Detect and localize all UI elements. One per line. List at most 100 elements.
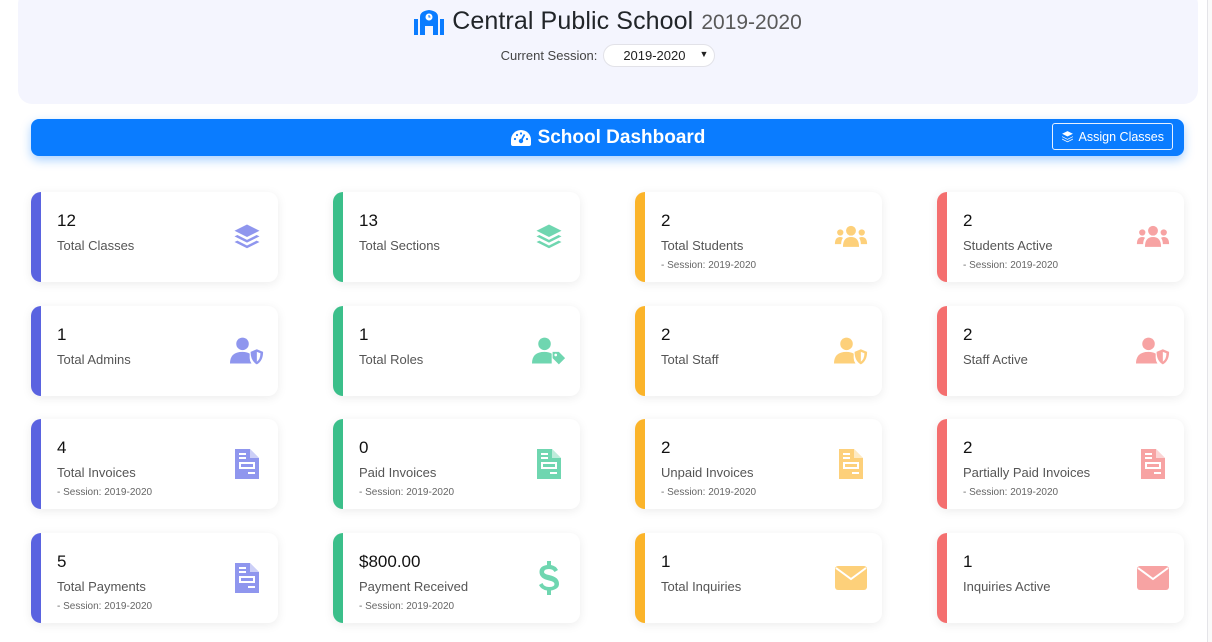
card-accent-stripe xyxy=(937,306,947,396)
invoice-icon xyxy=(834,447,868,481)
stat-value: 13 xyxy=(359,211,378,230)
stat-card[interactable]: 1 Inquiries Active xyxy=(937,533,1184,623)
session-row: Current Session: 2019-2020 ▼ xyxy=(18,44,1198,67)
invoice-icon xyxy=(230,561,264,595)
stat-session-note: - Session: 2019-2020 xyxy=(661,260,757,271)
dashboard-bar: School Dashboard Assign Classes xyxy=(31,119,1184,156)
stat-label: Total Classes xyxy=(57,238,135,253)
stat-label: Total Staff xyxy=(661,352,719,367)
stat-card[interactable]: 2 Students Active - Session: 2019-2020 xyxy=(937,192,1184,282)
stat-card[interactable]: 12 Total Classes xyxy=(31,192,278,282)
stat-label: Total Invoices xyxy=(57,465,136,480)
stat-label: Total Payments xyxy=(57,579,146,594)
card-accent-stripe xyxy=(937,419,947,509)
page-scrollbar[interactable] xyxy=(1207,0,1212,642)
card-accent-stripe xyxy=(937,192,947,282)
school-icon xyxy=(414,9,445,35)
stat-label: Partially Paid Invoices xyxy=(963,465,1091,480)
stat-session-note: - Session: 2019-2020 xyxy=(359,601,455,612)
card-accent-stripe xyxy=(333,533,343,623)
session-select[interactable]: 2019-2020 ▼ xyxy=(603,44,716,67)
card-accent-stripe xyxy=(31,533,41,623)
card-accent-stripe xyxy=(31,192,41,282)
dashboard-title-text: School Dashboard xyxy=(537,126,706,148)
stat-session-note: - Session: 2019-2020 xyxy=(57,487,153,498)
users-icon xyxy=(834,220,868,254)
stat-label: Total Students xyxy=(661,238,744,253)
assign-classes-label: Assign Classes xyxy=(1078,129,1164,144)
stat-label: Unpaid Invoices xyxy=(661,465,754,480)
stat-card[interactable]: 1 Total Admins xyxy=(31,306,278,396)
invoice-icon xyxy=(230,447,264,481)
school-name: Central Public School xyxy=(452,7,694,35)
stat-value: 12 xyxy=(57,211,76,230)
stat-session-note: - Session: 2019-2020 xyxy=(963,487,1059,498)
user-shield-icon xyxy=(834,334,868,368)
stat-session-note: - Session: 2019-2020 xyxy=(963,260,1059,271)
stat-label: Total Sections xyxy=(359,238,440,253)
stat-label: Inquiries Active xyxy=(963,579,1051,594)
header-panel: Central Public School 2019-2020 Current … xyxy=(18,0,1198,104)
card-accent-stripe xyxy=(635,419,645,509)
user-shield-icon xyxy=(230,334,264,368)
stat-card[interactable]: 4 Total Invoices - Session: 2019-2020 xyxy=(31,419,278,509)
stat-card[interactable]: 2 Staff Active xyxy=(937,306,1184,396)
layers-icon xyxy=(1061,131,1073,143)
stat-session-note: - Session: 2019-2020 xyxy=(57,601,153,612)
stat-card[interactable]: 5 Total Payments - Session: 2019-2020 xyxy=(31,533,278,623)
card-accent-stripe xyxy=(31,419,41,509)
card-accent-stripe xyxy=(635,192,645,282)
school-year: 2019-2020 xyxy=(701,11,802,34)
stat-card[interactable]: 2 Partially Paid Invoices - Session: 2019-… xyxy=(937,419,1184,509)
caret-down-icon: ▼ xyxy=(699,49,709,59)
stat-card[interactable]: 2 Total Students - Session: 2019-2020 xyxy=(635,192,882,282)
stat-value: 5 xyxy=(57,552,67,571)
stat-value: 2 xyxy=(963,211,973,230)
stat-value: 2 xyxy=(661,211,671,230)
users-icon xyxy=(1136,220,1170,254)
layers-icon xyxy=(532,220,566,254)
school-title-row: Central Public School 2019-2020 xyxy=(18,7,1198,36)
stat-card[interactable]: 13 Total Sections xyxy=(333,192,580,282)
tachometer-icon xyxy=(510,129,531,146)
stat-card[interactable]: 2 Total Staff xyxy=(635,306,882,396)
card-accent-stripe xyxy=(333,192,343,282)
stat-card[interactable]: $800.00 Payment Received - Session: 2019-2… xyxy=(333,533,580,623)
card-accent-stripe xyxy=(635,306,645,396)
stat-label: Paid Invoices xyxy=(359,465,437,480)
stat-label: Total Inquiries xyxy=(661,579,742,594)
session-label: Current Session: xyxy=(500,48,598,63)
stat-value: 0 xyxy=(359,438,369,457)
stat-label: Staff Active xyxy=(963,352,1028,367)
envelope-icon xyxy=(834,561,868,595)
invoice-icon xyxy=(1136,447,1170,481)
stat-label: Total Admins xyxy=(57,352,131,367)
card-accent-stripe xyxy=(333,419,343,509)
stat-value: 1 xyxy=(963,552,973,571)
card-accent-stripe xyxy=(635,533,645,623)
stat-value: 2 xyxy=(661,325,671,344)
stat-card[interactable]: 0 Paid Invoices - Session: 2019-2020 xyxy=(333,419,580,509)
stat-session-note: - Session: 2019-2020 xyxy=(359,487,455,498)
stat-value: 2 xyxy=(963,325,973,344)
user-shield-icon xyxy=(1136,334,1170,368)
stat-value: 1 xyxy=(359,325,369,344)
stat-card[interactable]: 1 Total Inquiries xyxy=(635,533,882,623)
layers-icon xyxy=(230,220,264,254)
user-tag-icon xyxy=(532,334,566,368)
stat-label: Payment Received xyxy=(359,579,469,594)
card-accent-stripe xyxy=(31,306,41,396)
stat-value: 2 xyxy=(963,438,973,457)
card-accent-stripe xyxy=(333,306,343,396)
invoice-icon xyxy=(532,447,566,481)
session-select-value: 2019-2020 xyxy=(623,48,686,63)
stat-card[interactable]: 1 Total Roles xyxy=(333,306,580,396)
assign-classes-button[interactable]: Assign Classes xyxy=(1051,123,1173,150)
stat-card[interactable]: 2 Unpaid Invoices - Session: 2019-2020 xyxy=(635,419,882,509)
stat-label: Students Active xyxy=(963,238,1053,253)
envelope-icon xyxy=(1136,561,1170,595)
stat-value: 2 xyxy=(661,438,671,457)
stat-label: Total Roles xyxy=(359,352,424,367)
card-accent-stripe xyxy=(937,533,947,623)
stat-session-note: - Session: 2019-2020 xyxy=(661,487,757,498)
